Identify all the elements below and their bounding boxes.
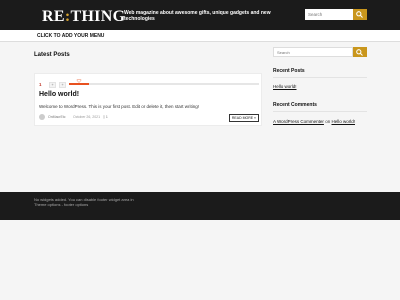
recent-posts-heading: Recent Posts xyxy=(273,68,305,74)
divider xyxy=(273,77,367,78)
site-footer: No widgets added. You can disable footer… xyxy=(0,192,400,220)
sidebar-search-input[interactable] xyxy=(273,47,353,57)
header-search-button[interactable] xyxy=(353,9,367,20)
recent-comments-heading: Recent Comments xyxy=(273,102,317,108)
comment-count-value: 1 xyxy=(105,115,108,119)
search-icon xyxy=(356,49,363,56)
post-date: October 26, 2021 xyxy=(73,115,101,119)
post-excerpt: Welcome to WordPress. This is your first… xyxy=(39,104,200,109)
share-button[interactable]: + xyxy=(49,82,56,88)
site-header: RE:THING Web magazine about awesome gift… xyxy=(0,0,400,30)
main-menu-bar: CLICK TO ADD YOUR MENU xyxy=(0,30,400,42)
post-meta: OnMacrEtc October 26, 2021 ▯ 1 READ MORE… xyxy=(39,114,259,122)
comment-author-link[interactable]: A WordPress Commenter xyxy=(273,119,324,124)
post-title[interactable]: Hello world! xyxy=(39,91,79,98)
recent-comment-item: A WordPress Commenter on Hello world! xyxy=(273,119,355,124)
comment-icon: ▯ xyxy=(103,115,105,119)
share-progress-fill xyxy=(69,83,89,85)
post-card: 1 + + Hello world! Welcome to WordPress.… xyxy=(34,73,262,126)
add-menu-link[interactable]: CLICK TO ADD YOUR MENU xyxy=(37,33,104,39)
share-button[interactable]: + xyxy=(59,82,66,88)
share-count: 1 xyxy=(39,82,42,87)
search-icon xyxy=(356,11,363,18)
comment-post-link[interactable]: Hello world! xyxy=(331,119,355,124)
sidebar-search-button[interactable] xyxy=(353,47,367,57)
footer-widget-notice: No widgets added. You can disable footer… xyxy=(34,197,134,207)
read-more-button[interactable]: READ MORE » xyxy=(228,114,259,122)
site-logo[interactable]: RE:THING xyxy=(42,8,125,26)
avatar xyxy=(39,114,45,120)
logo-text-right: THING xyxy=(70,8,126,25)
recent-post-link[interactable]: Hello world! xyxy=(273,84,297,89)
header-search-input[interactable] xyxy=(305,9,353,20)
divider xyxy=(273,111,367,112)
site-tagline: Web magazine about awesome gifts, unique… xyxy=(124,10,271,22)
comment-on-text: on xyxy=(325,119,331,124)
comment-count[interactable]: ▯ 1 xyxy=(103,115,108,119)
share-progress-track xyxy=(69,83,259,85)
post-author[interactable]: OnMacrEtc xyxy=(48,115,66,119)
logo-text-left: RE xyxy=(42,8,65,25)
latest-posts-heading: Latest Posts xyxy=(34,52,70,58)
heart-icon[interactable] xyxy=(76,79,82,83)
